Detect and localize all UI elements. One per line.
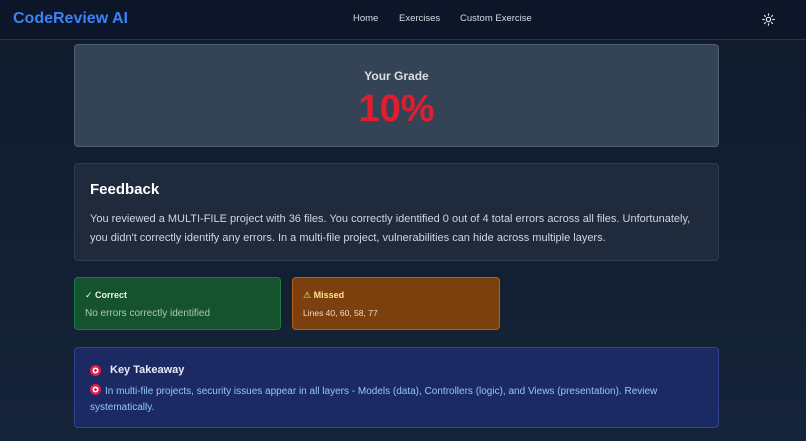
grade-card: Your Grade 10% <box>74 44 719 147</box>
correct-text: No errors correctly identified <box>85 308 211 319</box>
grade-value: 10% <box>358 88 435 130</box>
nav-links: Home Exercises Custom Exercise <box>0 13 806 27</box>
grade-label: Your Grade <box>364 69 429 83</box>
theme-toggle-button[interactable] <box>760 11 777 28</box>
target-icon <box>90 364 101 376</box>
top-navbar: CodeReview AI Home Exercises Custom Exer… <box>0 0 806 40</box>
feedback-title: Feedback <box>90 181 160 198</box>
takeaway-body: In multi-file projects, security issues … <box>90 386 658 413</box>
missed-card: ⚠ Missed Lines 40, 60, 58, 77 <box>292 277 500 330</box>
takeaway-title: Key Takeaway <box>110 364 185 376</box>
correct-card: ✓ Correct No errors correctly identified <box>74 277 281 330</box>
nav-link-custom-exercise[interactable]: Custom Exercise <box>460 13 532 24</box>
sun-icon <box>762 13 775 26</box>
nav-link-home[interactable]: Home <box>353 13 378 24</box>
feedback-text: You reviewed a MULTI-FILE project with 3… <box>90 213 691 244</box>
nav-link-exercises[interactable]: Exercises <box>399 13 440 24</box>
takeaway-header: Key Takeaway <box>90 364 184 376</box>
target-icon <box>90 384 101 395</box>
missed-lines-text: Lines 40, 60, 58, 77 <box>303 308 378 318</box>
missed-title: ⚠ Missed <box>303 290 345 300</box>
key-takeaway-card: Key Takeaway In multi-file projects, sec… <box>74 347 719 428</box>
takeaway-text: In multi-file projects, security issues … <box>90 384 705 415</box>
feedback-card: Feedback You reviewed a MULTI-FILE proje… <box>74 163 719 261</box>
correct-title: ✓ Correct <box>85 290 128 300</box>
